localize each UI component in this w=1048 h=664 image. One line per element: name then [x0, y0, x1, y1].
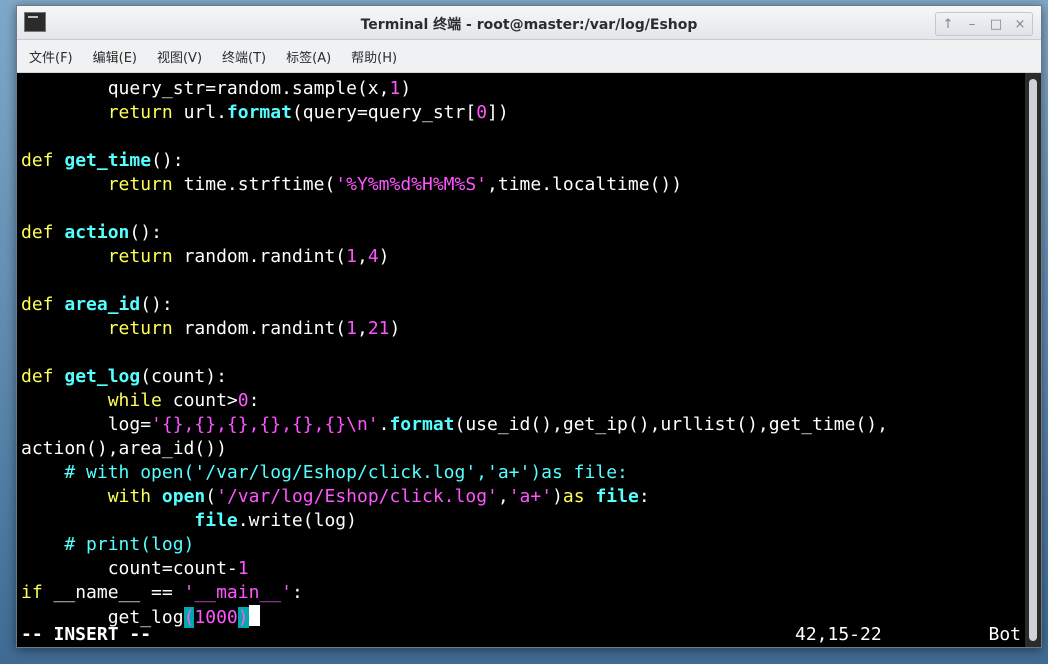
menu-file[interactable]: 文件(F): [29, 47, 73, 66]
terminal-window: Terminal 终端 - root@master:/var/log/Eshop…: [16, 5, 1042, 648]
scroll-indicator: Bot: [988, 624, 1021, 645]
window-title: Terminal 终端 - root@master:/var/log/Eshop: [360, 17, 698, 33]
menu-edit[interactable]: 编辑(E): [93, 47, 137, 66]
code-line: while count>0:: [107, 390, 260, 411]
menu-bar: 文件(F) 编辑(E) 视图(V) 终端(T) 标签(A) 帮助(H): [17, 40, 1041, 73]
code-line: with open('/var/log/Eshop/click.log','a+…: [107, 486, 650, 507]
menu-view[interactable]: 视图(V): [157, 47, 202, 66]
maximize-icon[interactable]: □: [984, 17, 1008, 32]
code-line-comment: # with open('/var/log/Eshop/click.log','…: [21, 462, 628, 483]
title-bar[interactable]: Terminal 终端 - root@master:/var/log/Eshop…: [17, 6, 1041, 40]
code-line: return random.randint(1,4): [107, 246, 390, 267]
vertical-scrollbar[interactable]: [1025, 73, 1041, 647]
code-line: return time.strftime('%Y%m%d%H%M%S',time…: [107, 174, 683, 195]
code-line: action(),area_id()): [21, 438, 227, 459]
code-line-comment: # print(log): [21, 534, 195, 555]
vim-mode-indicator: -- INSERT --: [21, 624, 152, 645]
cursor-position: 42,15-22: [795, 624, 882, 645]
code-line: file.write(log): [194, 510, 357, 531]
code-line: count=count-1: [21, 558, 249, 579]
vim-status-line: -- INSERT -- 42,15-22 Bot: [21, 623, 1021, 647]
menu-terminal[interactable]: 终端(T): [222, 47, 266, 66]
menu-help[interactable]: 帮助(H): [351, 47, 397, 66]
minimize-icon[interactable]: –: [960, 17, 984, 32]
menu-tabs[interactable]: 标签(A): [286, 47, 331, 66]
code-line: def get_log(count):: [21, 366, 227, 387]
close-icon[interactable]: ×: [1008, 17, 1032, 32]
code-line: query_str=random.sample(x,1): [21, 78, 412, 99]
window-controls: ↑ – □ ×: [935, 12, 1033, 36]
code-line: return random.randint(1,21): [107, 318, 401, 339]
code-line: def get_time():: [21, 150, 184, 171]
code-line: def action():: [21, 222, 162, 243]
code-line: log='{},{},{},{},{},{}\n'.format(use_id(…: [21, 414, 888, 435]
shade-icon[interactable]: ↑: [936, 17, 960, 32]
scrollbar-thumb[interactable]: [1029, 79, 1037, 641]
code-line: if __name__ == '__main__':: [21, 582, 303, 603]
code-line: def area_id():: [21, 294, 173, 315]
terminal-content[interactable]: query_str=random.sample(x,1) return url.…: [17, 73, 1025, 647]
code-line: return url.format(query=query_str[0]): [107, 102, 509, 123]
